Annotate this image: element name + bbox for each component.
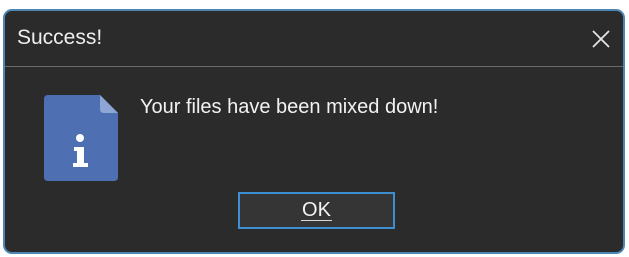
dialog-message: Your files have been mixed down!	[140, 96, 439, 118]
dialog-titlebar: Success!	[5, 11, 623, 67]
ok-button-label: OK	[301, 199, 332, 221]
ok-button[interactable]: OK	[238, 192, 395, 229]
dialog-title: Success!	[17, 26, 103, 49]
info-document-icon	[44, 95, 118, 181]
success-dialog: Success! Your files have been mixed down…	[3, 9, 625, 254]
close-button[interactable]	[591, 29, 611, 49]
close-icon	[592, 30, 610, 48]
